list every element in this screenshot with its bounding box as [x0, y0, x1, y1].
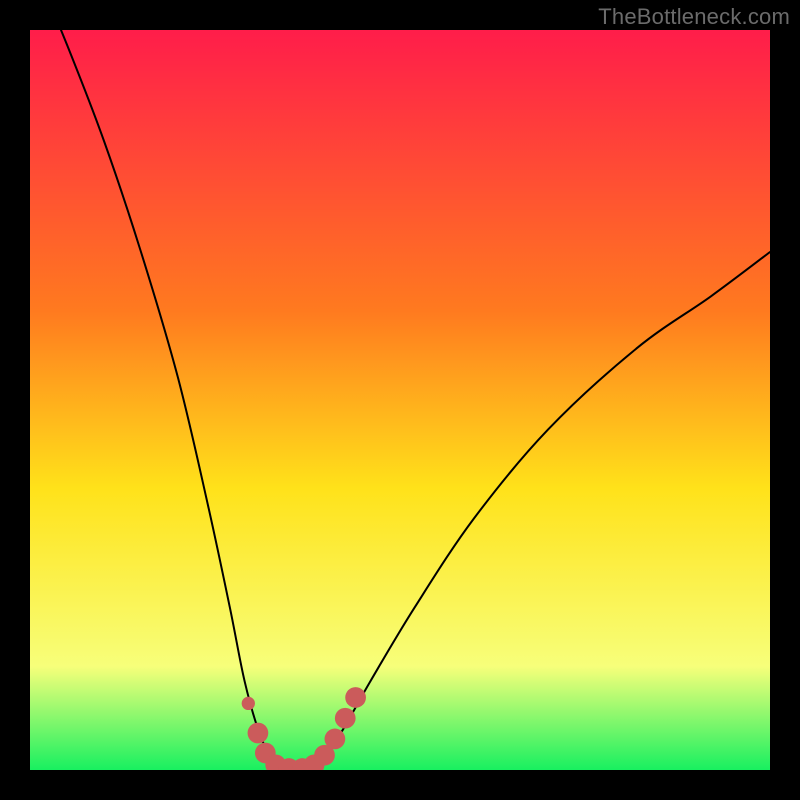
- bottleneck-chart: [30, 30, 770, 770]
- gradient-background: [30, 30, 770, 770]
- marker-u-left-1: [248, 723, 269, 744]
- marker-left-dot: [242, 697, 255, 710]
- marker-u-right-3: [335, 708, 356, 729]
- plot-area: [30, 30, 770, 770]
- marker-u-right-4: [345, 687, 366, 708]
- chart-frame: TheBottleneck.com: [0, 0, 800, 800]
- watermark-text: TheBottleneck.com: [598, 4, 790, 30]
- marker-u-right-2: [325, 729, 346, 750]
